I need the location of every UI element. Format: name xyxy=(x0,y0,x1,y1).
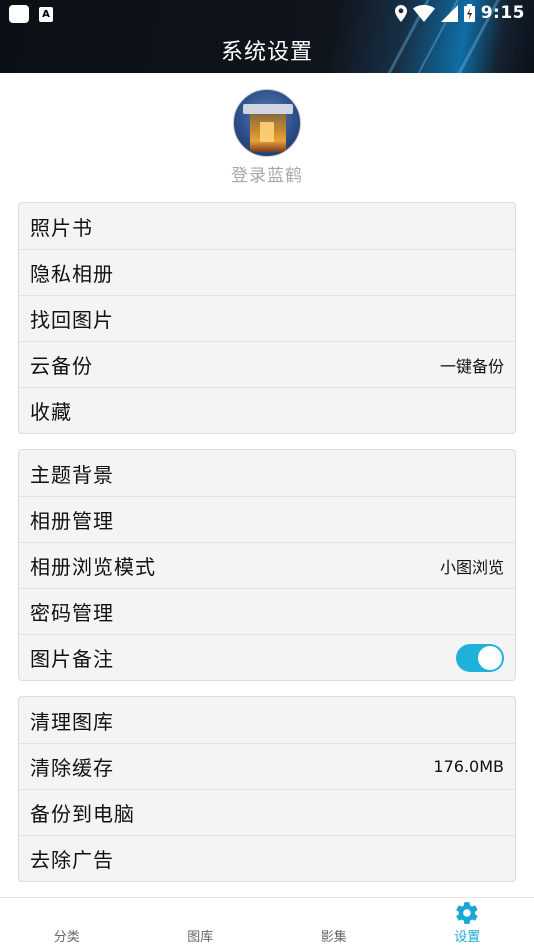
setting-label: 清除缓存 xyxy=(30,756,114,780)
settings-group-3: 清理图库 清除缓存 176.0MB 备份到电脑 去除广告 xyxy=(18,696,516,882)
setting-label: 云备份 xyxy=(30,354,93,378)
nav-tab-label: 设置 xyxy=(454,930,481,945)
setting-row-album-management[interactable]: 相册管理 xyxy=(19,496,515,542)
setting-label: 隐私相册 xyxy=(30,262,114,286)
photo-notes-toggle[interactable] xyxy=(456,643,504,672)
one-click-backup-value: 一键备份 xyxy=(439,356,504,376)
setting-row-clear-cache[interactable]: 清除缓存 176.0MB xyxy=(19,743,515,789)
gear-icon xyxy=(456,902,478,924)
nav-tab-label: 分类 xyxy=(53,930,80,945)
setting-label: 去除广告 xyxy=(30,848,114,872)
nav-tab-albums[interactable]: 影集 xyxy=(267,898,401,950)
setting-row-browse-mode[interactable]: 相册浏览模式 小图浏览 xyxy=(19,542,515,588)
setting-row-clean-gallery[interactable]: 清理图库 xyxy=(19,697,515,743)
setting-row-private-album[interactable]: 隐私相册 xyxy=(19,249,515,295)
cache-size-value: 176.0MB xyxy=(433,757,504,776)
nav-tab-categories[interactable]: 分类 xyxy=(0,898,134,950)
setting-label: 清理图库 xyxy=(30,709,114,734)
nav-tab-label: 影集 xyxy=(320,930,347,945)
setting-row-remove-ads[interactable]: 去除广告 xyxy=(19,835,515,881)
setting-row-favorites[interactable]: 收藏 xyxy=(19,387,515,433)
status-bar-left: A xyxy=(9,5,53,23)
wifi-icon xyxy=(412,4,435,22)
setting-row-backup-to-pc[interactable]: 备份到电脑 xyxy=(19,789,515,835)
browse-mode-value: 小图浏览 xyxy=(439,557,504,577)
status-clock: 9:15 xyxy=(480,3,525,23)
nav-tab-label: 图库 xyxy=(187,930,214,945)
setting-row-password-management[interactable]: 密码管理 xyxy=(19,588,515,634)
setting-label: 密码管理 xyxy=(30,601,114,625)
profile-section: 登录蓝鹤 xyxy=(0,89,534,186)
toggle-knob xyxy=(478,645,502,670)
setting-row-theme-background[interactable]: 主题背景 xyxy=(19,450,515,496)
settings-group-2: 主题背景 相册管理 相册浏览模式 小图浏览 密码管理 图片备注 xyxy=(18,449,516,681)
setting-label: 备份到电脑 xyxy=(30,802,135,826)
cell-signal-icon xyxy=(440,4,458,22)
setting-row-photo-book[interactable]: 照片书 xyxy=(19,203,515,249)
bottom-navigation: 分类 图库 影集 设置 xyxy=(0,897,534,950)
keyboard-a-icon: A xyxy=(39,6,53,22)
setting-label: 图片备注 xyxy=(30,647,114,671)
battery-charging-icon xyxy=(463,4,475,22)
setting-label: 找回图片 xyxy=(30,308,114,332)
status-bar-right: 9:15 xyxy=(394,3,525,23)
avatar[interactable] xyxy=(233,89,301,157)
page-title: 系统设置 xyxy=(220,40,313,65)
setting-label: 主题背景 xyxy=(30,462,114,487)
nav-tab-gallery[interactable]: 图库 xyxy=(134,898,268,950)
setting-row-photo-notes: 图片备注 xyxy=(19,634,515,680)
setting-label: 照片书 xyxy=(30,215,93,240)
location-pin-icon xyxy=(394,4,407,22)
settings-group-1: 照片书 隐私相册 找回图片 云备份 一键备份 收藏 xyxy=(18,202,516,434)
nav-tab-settings[interactable]: 设置 xyxy=(401,898,534,950)
app-header: A 9:15 系统设置 xyxy=(0,0,534,73)
app-square-icon xyxy=(9,5,29,23)
setting-label: 收藏 xyxy=(30,400,72,424)
setting-label: 相册浏览模式 xyxy=(30,555,156,579)
setting-row-recover-photos[interactable]: 找回图片 xyxy=(19,295,515,341)
avatar-image-part xyxy=(260,122,274,142)
login-link[interactable]: 登录蓝鹤 xyxy=(0,161,534,186)
setting-row-cloud-backup[interactable]: 云备份 一键备份 xyxy=(19,341,515,387)
avatar-image-part xyxy=(243,104,293,114)
setting-label: 相册管理 xyxy=(30,509,114,533)
